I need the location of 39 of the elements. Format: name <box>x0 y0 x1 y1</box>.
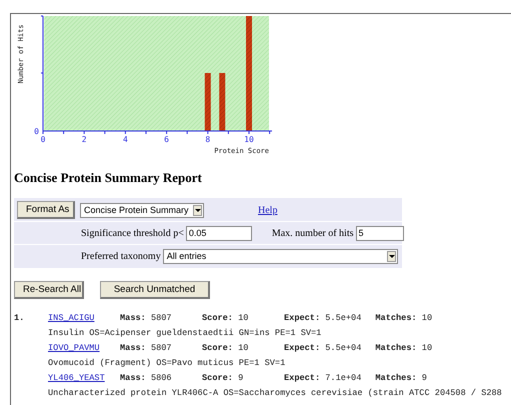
tick-label: 6 <box>164 135 170 144</box>
help-link[interactable]: Help <box>258 204 278 216</box>
hit-field: Matches: 10 <box>375 341 432 356</box>
protein-description: Uncharacterized protein YLR406C-A OS=Saccharomyces cerevisiae (strain ATCC 204508 / S288 <box>48 387 502 400</box>
hit-field: Expect: 7.1e+04 <box>284 371 362 386</box>
threshold-field[interactable]: 0.05 <box>186 226 252 240</box>
hit-field: Score: 9 <box>202 371 274 386</box>
tick-label: 0 <box>34 127 39 136</box>
taxonomy-select[interactable]: All entries <box>162 248 398 264</box>
hit-field: Matches: 9 <box>375 371 427 386</box>
report-title: Concise Protein Summary Report <box>14 170 203 186</box>
tick-label: 4 <box>122 135 128 144</box>
tick-label: 2 <box>82 135 87 144</box>
hit-field: Mass: 5806 <box>120 371 192 386</box>
accession-link[interactable]: YL406_YEAST <box>48 371 120 386</box>
hit-field: Mass: 5807 <box>120 341 192 356</box>
hit-field: Matches: 10 <box>375 311 432 326</box>
action-button[interactable]: Re-Search All <box>14 281 84 299</box>
format-select[interactable]: Concise Protein Summary <box>80 202 204 218</box>
format-button[interactable]: Format As <box>17 201 75 219</box>
max-hits-field[interactable]: 5 <box>356 226 404 240</box>
hit-field: Score: 10 <box>202 341 274 356</box>
hit-field: Mass: 5807 <box>120 311 192 326</box>
protein-description: Insulin OS=Acipenser gueldenstaedtii GN=ins PE=1 SV=1 <box>48 327 322 340</box>
protein-description: Ovomucoid (Fragment) OS=Pavo muticus PE=1 SV=1 <box>48 357 286 370</box>
hit-field: Expect: 5.5e+04 <box>284 311 362 326</box>
action-button[interactable]: Search Unmatched <box>100 281 210 299</box>
tick-label: 0 <box>40 135 46 144</box>
hit-number: 1. <box>14 312 26 325</box>
accession-link[interactable]: IOVO_PAVMU <box>48 341 120 356</box>
histogram-bar <box>219 73 226 131</box>
hit-field: Score: 10 <box>202 311 274 326</box>
field-label: Significance threshold p< <box>81 228 184 238</box>
hit-field: Expect: 5.5e+04 <box>284 341 362 356</box>
tick-label: 10 <box>244 135 254 144</box>
tick-label: 8 <box>205 135 210 144</box>
accession-link[interactable]: INS_ACIGU <box>48 311 120 326</box>
field-label: Max. number of hits <box>272 228 354 238</box>
field-label: Preferred taxonomy <box>81 250 161 262</box>
